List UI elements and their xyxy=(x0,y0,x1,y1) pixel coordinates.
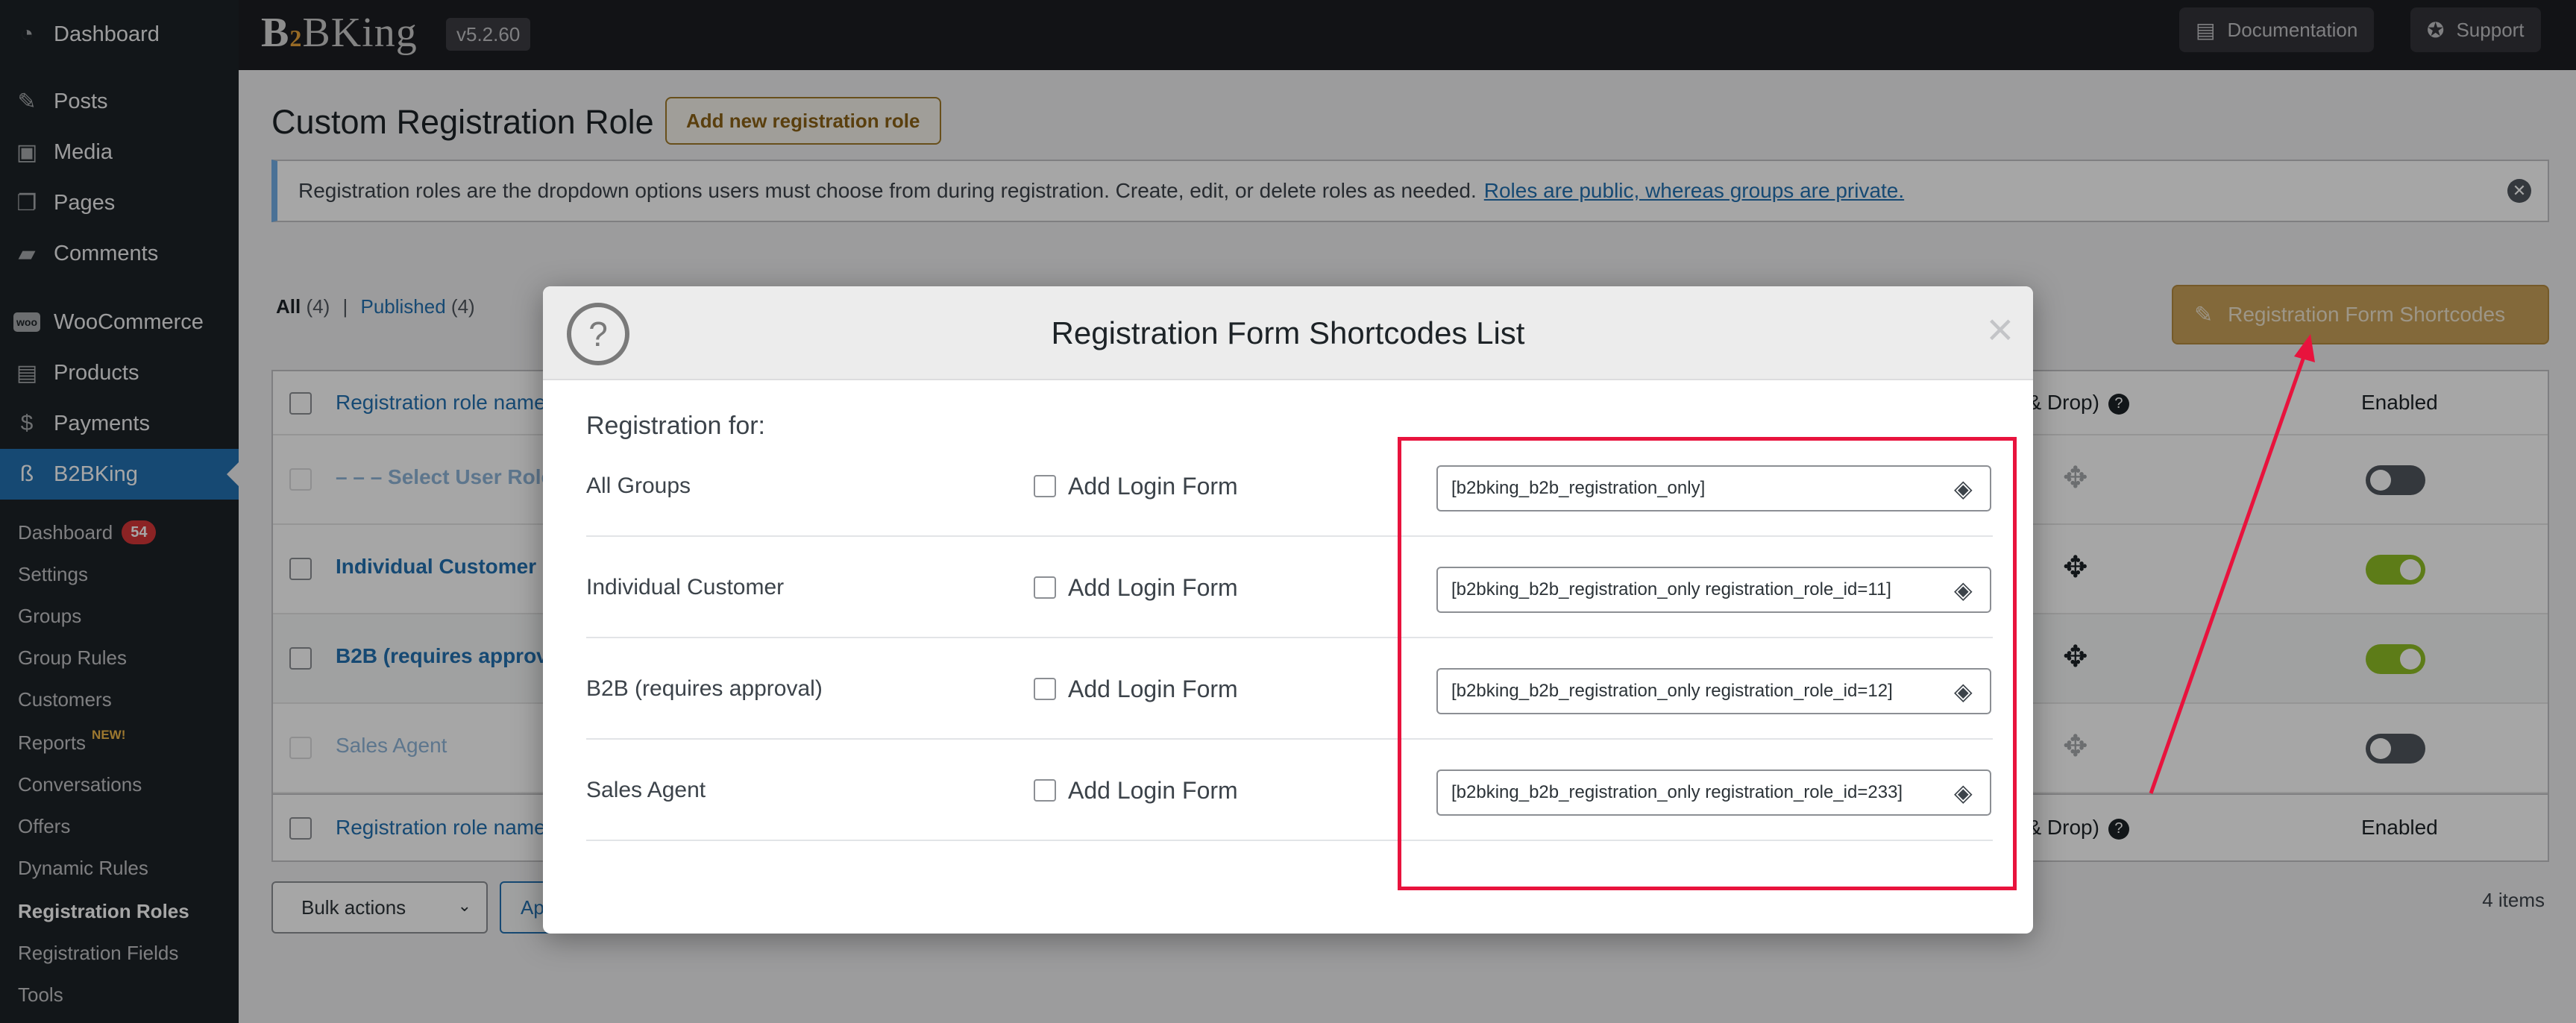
row-label: Sales Agent xyxy=(586,778,706,802)
add-login-form-checkbox[interactable]: Add Login Form xyxy=(1034,740,1238,841)
checkbox-box[interactable] xyxy=(1034,475,1056,497)
checkbox-box[interactable] xyxy=(1034,678,1056,700)
modal-title: Registration Form Shortcodes List xyxy=(1051,315,1525,350)
add-login-form-checkbox[interactable]: Add Login Form xyxy=(1034,537,1238,638)
row-label: All Groups xyxy=(586,473,691,498)
checkbox-box[interactable] xyxy=(1034,779,1056,802)
add-login-form-checkbox[interactable]: Add Login Form xyxy=(1034,435,1238,537)
close-icon[interactable]: × xyxy=(1987,307,2014,353)
row-label: B2B (requires approval) xyxy=(586,676,823,701)
row-label: Individual Customer xyxy=(586,575,785,599)
add-login-form-checkbox[interactable]: Add Login Form xyxy=(1034,638,1238,740)
help-icon: ? xyxy=(567,303,629,365)
checkbox-box[interactable] xyxy=(1034,576,1056,599)
modal-header: Registration Form Shortcodes List ? × xyxy=(543,286,2033,380)
annotation-highlight-box xyxy=(1398,437,2017,890)
